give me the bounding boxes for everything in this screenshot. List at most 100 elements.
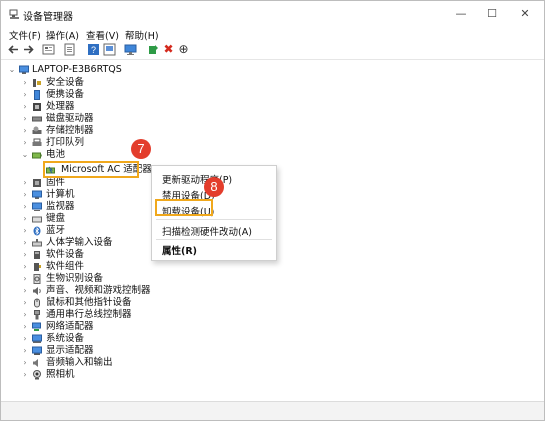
item-label: 键盘 bbox=[46, 213, 66, 224]
system-device-icon bbox=[32, 334, 42, 343]
expand-caret[interactable]: › bbox=[21, 357, 29, 369]
item-label: 便携设备 bbox=[46, 89, 85, 100]
show-hide-icon[interactable] bbox=[103, 43, 116, 56]
tree-item-system-devices[interactable]: › 系统设备 bbox=[1, 333, 261, 345]
expand-caret[interactable]: › bbox=[21, 249, 29, 261]
network-adapter-icon bbox=[32, 322, 41, 331]
expand-caret[interactable]: › bbox=[21, 201, 29, 213]
tree-item-hid[interactable]: › 人体学输入设备 bbox=[1, 237, 141, 249]
expand-caret[interactable]: › bbox=[21, 321, 29, 333]
expand-caret[interactable]: › bbox=[21, 125, 29, 137]
print-icon[interactable] bbox=[63, 43, 76, 56]
tree-item-disk-drives[interactable]: › 磁盘驱动器 bbox=[1, 113, 261, 125]
forward-icon[interactable] bbox=[22, 43, 35, 56]
scan-icon[interactable] bbox=[124, 43, 137, 56]
maximize-button[interactable]: ☐ bbox=[479, 5, 505, 23]
biometric-icon bbox=[33, 274, 41, 284]
battery-icon bbox=[32, 152, 42, 159]
ctx-properties[interactable]: 属性(R) bbox=[162, 243, 197, 257]
item-label: 通用串行总线控制器 bbox=[46, 309, 132, 320]
help-icon[interactable]: ? bbox=[87, 43, 100, 56]
close-button[interactable]: ✕ bbox=[512, 5, 538, 23]
item-label: 音频输入和输出 bbox=[46, 357, 113, 368]
expand-caret[interactable]: › bbox=[21, 77, 29, 89]
back-icon[interactable] bbox=[7, 43, 20, 56]
tree-item-software-components[interactable]: › 软件组件 bbox=[1, 261, 261, 273]
uninstall-icon[interactable]: ✖ bbox=[162, 43, 175, 56]
menu-help[interactable]: 帮助(H) bbox=[125, 28, 159, 42]
tree-item-portable-devices[interactable]: › 便携设备 bbox=[1, 89, 261, 101]
item-label: 固件 bbox=[46, 177, 66, 188]
item-label: 软件组件 bbox=[46, 261, 85, 272]
tree-item-usb-controllers[interactable]: › 通用串行总线控制器 bbox=[1, 309, 261, 321]
expand-caret[interactable]: › bbox=[21, 297, 29, 309]
storage-controller-icon bbox=[32, 126, 42, 134]
expand-caret[interactable]: › bbox=[21, 137, 29, 149]
expand-caret[interactable]: › bbox=[21, 89, 29, 101]
minimize-button[interactable]: — bbox=[448, 5, 474, 23]
computer-name: LAPTOP-E3B6RTQS bbox=[32, 64, 122, 75]
expand-caret[interactable]: › bbox=[21, 177, 29, 189]
item-label: 打印队列 bbox=[46, 137, 85, 148]
item-label: 电池 bbox=[46, 149, 66, 160]
display-adapter-icon bbox=[32, 346, 42, 355]
expand-caret[interactable]: › bbox=[21, 285, 29, 297]
expand-caret[interactable]: › bbox=[21, 237, 29, 249]
ctx-scan-hardware[interactable]: 扫描检测硬件改动(A) bbox=[162, 224, 252, 238]
expand-caret[interactable]: › bbox=[21, 213, 29, 225]
expand-caret[interactable]: › bbox=[21, 113, 29, 125]
portable-device-icon bbox=[34, 90, 40, 100]
item-label: 监视器 bbox=[46, 201, 75, 212]
item-label: 磁盘驱动器 bbox=[46, 113, 94, 124]
bluetooth-icon bbox=[33, 226, 41, 236]
security-device-icon bbox=[33, 79, 41, 87]
expand-caret[interactable]: › bbox=[21, 273, 29, 285]
audio-io-icon bbox=[33, 359, 38, 367]
item-label: 鼠标和其他指针设备 bbox=[46, 297, 132, 308]
window-title: 设备管理器 bbox=[23, 12, 73, 23]
expand-caret[interactable]: › bbox=[21, 189, 29, 201]
collapse-caret[interactable]: ⌄ bbox=[21, 149, 29, 161]
uninstall-highlight bbox=[155, 199, 213, 216]
expand-caret[interactable]: › bbox=[21, 309, 29, 321]
item-label: 系统设备 bbox=[46, 333, 85, 344]
device-manager-window: 设备管理器 — ☐ ✕ 文件(F) 操作(A) 查看(V) 帮助(H) ? ✖ … bbox=[0, 0, 545, 421]
tree-item-storage-controllers[interactable]: › 存储控制器 bbox=[1, 125, 261, 137]
tree-root[interactable]: ⌄ LAPTOP-E3B6RTQS bbox=[1, 64, 201, 76]
expand-caret[interactable]: › bbox=[21, 333, 29, 345]
tree-item-mice[interactable]: › 鼠标和其他指针设备 bbox=[1, 297, 261, 309]
item-label: 存储控制器 bbox=[46, 125, 94, 136]
mouse-icon bbox=[34, 298, 40, 308]
root-collapse-caret[interactable]: ⌄ bbox=[8, 64, 16, 76]
tree-item-biometric[interactable]: › 生物识别设备 bbox=[1, 273, 261, 285]
expand-caret[interactable]: › bbox=[21, 345, 29, 357]
menu-view[interactable]: 查看(V) bbox=[86, 28, 119, 42]
tree-item-cameras[interactable]: › 照相机 bbox=[1, 369, 261, 381]
update-driver-icon[interactable] bbox=[147, 43, 160, 56]
title-bar: 设备管理器 — ☐ ✕ bbox=[1, 1, 544, 27]
hid-icon bbox=[32, 239, 42, 247]
tree-item-display-adapters[interactable]: › 显示适配器 bbox=[1, 345, 261, 357]
expand-caret[interactable]: › bbox=[21, 225, 29, 237]
tree-item-bluetooth[interactable]: › 蓝牙 bbox=[1, 225, 141, 237]
toolbar: ? ✖ ⊕ bbox=[1, 42, 544, 60]
expand-caret[interactable]: › bbox=[21, 369, 29, 381]
keyboard-icon bbox=[32, 216, 42, 223]
properties-icon[interactable] bbox=[42, 43, 55, 56]
item-label: 网络适配器 bbox=[46, 321, 94, 332]
menu-file[interactable]: 文件(F) bbox=[9, 28, 41, 42]
item-label: 声音、视频和游戏控制器 bbox=[46, 285, 151, 296]
tree-item-sound-video-game[interactable]: › 声音、视频和游戏控制器 bbox=[1, 285, 261, 297]
menu-action[interactable]: 操作(A) bbox=[46, 28, 79, 42]
tree-item-security-devices[interactable]: › 安全设备 bbox=[1, 77, 261, 89]
item-label: 计算机 bbox=[46, 189, 75, 200]
tree-item-audio-io[interactable]: › 音频输入和输出 bbox=[1, 357, 261, 369]
usb-icon bbox=[34, 310, 40, 320]
item-label: 软件设备 bbox=[46, 249, 85, 260]
ctx-separator bbox=[156, 219, 272, 220]
tree-item-processors[interactable]: › 处理器 bbox=[1, 101, 261, 113]
expand-caret[interactable]: › bbox=[21, 261, 29, 273]
tree-item-network-adapters[interactable]: › 网络适配器 bbox=[1, 321, 261, 333]
disable-icon[interactable]: ⊕ bbox=[177, 43, 190, 56]
expand-caret[interactable]: › bbox=[21, 101, 29, 113]
